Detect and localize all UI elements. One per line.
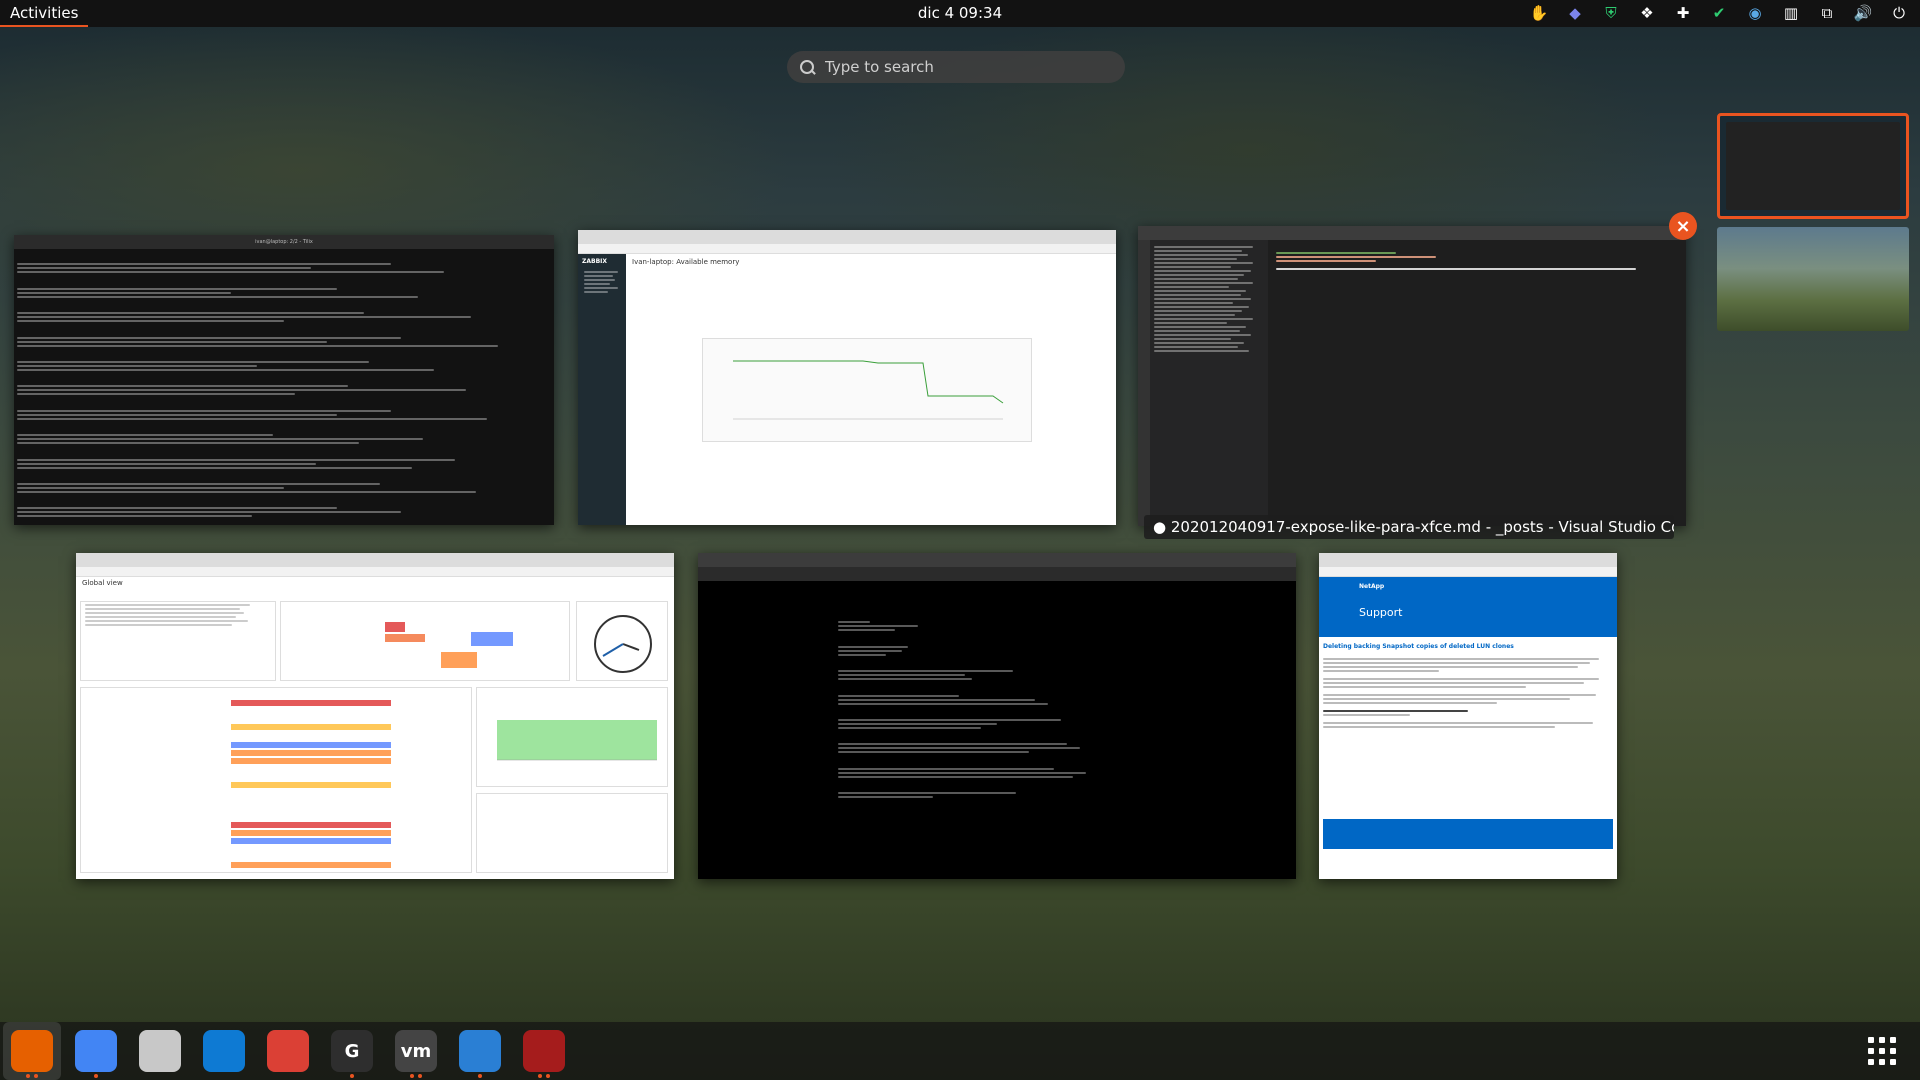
window-netapp-support[interactable]: NetApp Support Deleting backing Snapshot… [1319, 553, 1617, 879]
hand-icon[interactable]: ✋ [1528, 3, 1550, 23]
zabbix-logo: ZABBIX [582, 258, 607, 265]
system-tray: ✋ ◆ ⛨ ❖ ✚ ✔ ◉ ▥ ⧉ 🔊 ⏻ [1528, 3, 1910, 23]
temperature-chart [497, 720, 657, 761]
vscode-icon [203, 1030, 245, 1072]
clock[interactable]: dic 4 09:34 [918, 4, 1002, 22]
address-bar [76, 567, 674, 577]
window-zabbix-dashboard[interactable]: Global view [76, 553, 674, 879]
volume-icon[interactable]: 🔊 [1852, 3, 1874, 23]
zabbix-sidebar: ZABBIX [578, 254, 626, 525]
running-indicator [26, 1074, 30, 1078]
window-terminal-1[interactable]: ivan@laptop: 2/2 - Tilix [14, 235, 554, 525]
thunderbird-icon [459, 1030, 501, 1072]
toolbar [698, 567, 1296, 581]
explorer-panel [1150, 240, 1268, 526]
vmware-icon: vm [395, 1030, 437, 1072]
search-icon [800, 59, 815, 75]
article-body [1319, 658, 1617, 728]
running-indicator [350, 1074, 354, 1078]
running-indicator [478, 1074, 482, 1078]
todoist-icon [267, 1030, 309, 1072]
browser-tabs [76, 553, 674, 567]
show-applications-button[interactable] [1868, 1037, 1896, 1065]
dock-app-files[interactable] [131, 1022, 189, 1080]
shield-icon[interactable]: ⛨ [1600, 3, 1622, 23]
clock-widget [576, 601, 668, 681]
chrome-icon [75, 1030, 117, 1072]
favourite-maps-widget [476, 793, 668, 873]
dock-app-gnome-terminal[interactable]: G [323, 1022, 381, 1080]
temperature-graph-widget [476, 687, 668, 787]
window-zabbix-graph[interactable]: ZABBIX Ivan-laptop: Available memory [578, 230, 1116, 525]
teams-icon[interactable]: ◆ [1564, 3, 1586, 23]
panel-icon[interactable]: ▥ [1780, 3, 1802, 23]
terminal-output [698, 581, 1296, 879]
window-title [698, 553, 1296, 567]
power-icon[interactable]: ⏻ [1888, 3, 1910, 23]
globe-icon[interactable]: ◉ [1744, 3, 1766, 23]
dock-app-firefox[interactable] [3, 1022, 61, 1080]
window-vscode[interactable] [1138, 226, 1686, 526]
dropbox-icon[interactable]: ❖ [1636, 3, 1658, 23]
dashboard-title: Global view [82, 579, 123, 587]
memory-chart-svg [733, 360, 1004, 420]
workspace-2-thumbnail[interactable] [1717, 227, 1909, 331]
netapp-header: NetApp Support [1319, 577, 1617, 637]
analog-clock [594, 615, 652, 673]
memory-chart [702, 338, 1032, 442]
activities-button[interactable]: Activities [0, 0, 89, 27]
terminal-output [14, 249, 554, 525]
files-icon [139, 1030, 181, 1072]
extension-icon[interactable]: ✚ [1672, 3, 1694, 23]
running-indicator [410, 1074, 414, 1078]
page-title: Ivan-laptop: Available memory [632, 258, 740, 266]
gnome-terminal-icon: G [331, 1030, 373, 1072]
dock-app-vscode[interactable] [195, 1022, 253, 1080]
network-icon[interactable]: ⧉ [1816, 3, 1838, 23]
close-window-button[interactable]: × [1669, 212, 1697, 240]
dock-app-thunderbird[interactable] [451, 1022, 509, 1080]
workspace-window [1726, 122, 1900, 210]
firefox-icon [11, 1030, 53, 1072]
problems-widget [80, 687, 472, 873]
dock-app-todoist[interactable] [259, 1022, 317, 1080]
running-indicator [546, 1074, 550, 1078]
support-title: Support [1359, 606, 1403, 619]
activity-bar [1138, 240, 1150, 526]
search-input[interactable] [825, 58, 1105, 76]
tilix-icon [523, 1030, 565, 1072]
dock-app-tilix[interactable] [515, 1022, 573, 1080]
workspace-1-thumbnail[interactable] [1717, 113, 1909, 219]
address-bar [1319, 567, 1617, 577]
browser-tabs [1319, 553, 1617, 567]
netapp-footer [1323, 819, 1613, 849]
netapp-logo: NetApp [1359, 583, 1385, 590]
search-bar[interactable] [787, 51, 1125, 83]
editor [1276, 250, 1676, 272]
dock-app-chrome[interactable] [67, 1022, 125, 1080]
running-indicator [34, 1074, 38, 1078]
dock-app-vmware[interactable]: vm [387, 1022, 445, 1080]
window-title [1138, 226, 1686, 240]
address-bar [578, 244, 1116, 254]
system-info-widget [80, 601, 276, 681]
window-caption: ● 202012040917-expose-like-para-xfce.md … [1144, 515, 1674, 539]
dock: Gvm [0, 1022, 1920, 1080]
top-bar: Activities dic 4 09:34 ✋ ◆ ⛨ ❖ ✚ ✔ ◉ ▥ ⧉… [0, 0, 1920, 27]
window-title: ivan@laptop: 2/2 - Tilix [14, 235, 554, 249]
running-indicator [538, 1074, 542, 1078]
check-icon[interactable]: ✔ [1708, 3, 1730, 23]
article-heading: Deleting backing Snapshot copies of dele… [1323, 643, 1514, 650]
running-indicator [94, 1074, 98, 1078]
problems-by-severity-widget [280, 601, 570, 681]
window-terminal-2[interactable] [698, 553, 1296, 879]
browser-tabs [578, 230, 1116, 244]
running-indicator [418, 1074, 422, 1078]
